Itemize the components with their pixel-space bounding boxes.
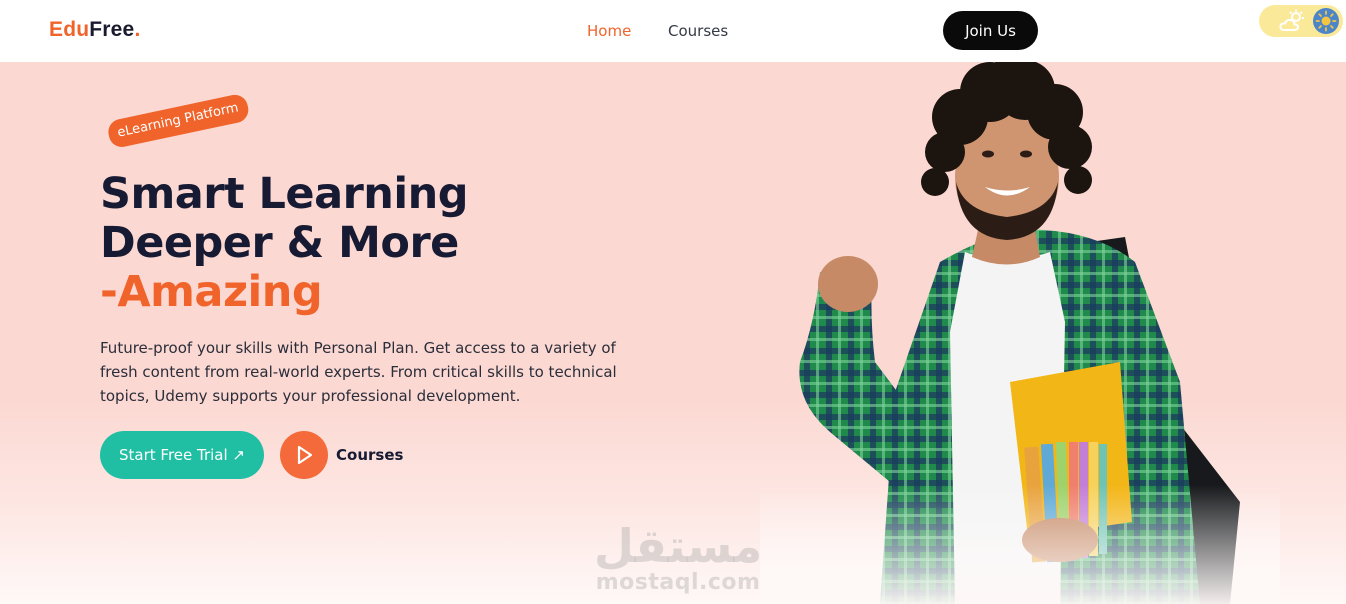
theme-toggle[interactable] (1259, 5, 1343, 37)
hero-headline: Smart Learning Deeper & More -Amazing (100, 169, 469, 317)
student-photo (760, 62, 1280, 604)
logo-edu: Edu (49, 18, 90, 41)
cloud-sun-icon (1279, 9, 1307, 38)
play-courses-button[interactable] (280, 431, 328, 479)
logo-free: Free (89, 18, 135, 41)
top-navbar: EduFree. Home Courses Join Us (0, 0, 1346, 62)
courses-link[interactable]: Courses (336, 446, 403, 464)
site-logo[interactable]: EduFree. (49, 18, 140, 42)
play-icon (297, 445, 313, 465)
watermark-latin: mostaql.com (595, 570, 761, 595)
headline-line-1: Smart Learning (100, 169, 469, 219)
hero-description: Future-proof your skills with Personal P… (100, 339, 617, 405)
sun-icon (1313, 8, 1339, 34)
nav-link-courses[interactable]: Courses (668, 22, 728, 40)
watermark-arabic: مستقل (594, 519, 763, 573)
mostaql-watermark: مستقل mostaql.com (594, 522, 762, 595)
hero-section: eLearning Platform Smart Learning Deeper… (0, 62, 1346, 604)
headline-accent: -Amazing (100, 267, 323, 317)
nav-link-home[interactable]: Home (587, 22, 631, 40)
logo-dot: . (134, 18, 141, 41)
join-us-button[interactable]: Join Us (943, 11, 1038, 50)
elearning-badge: eLearning Platform (106, 92, 252, 150)
start-free-trial-button[interactable]: Start Free Trial ↗ (100, 431, 264, 479)
headline-line-2: Deeper & More (100, 218, 459, 268)
